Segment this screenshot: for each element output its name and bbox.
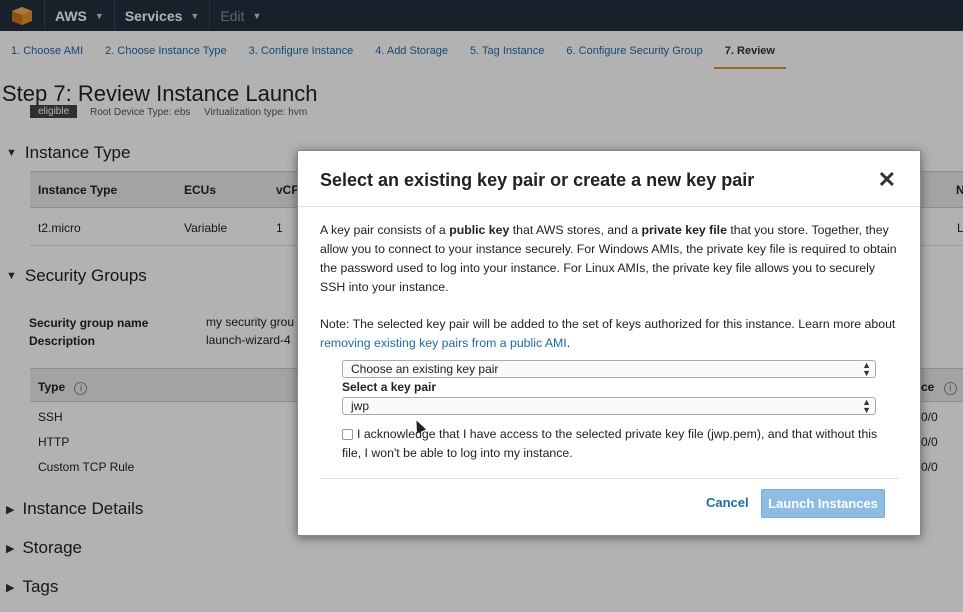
explanation-text: that AWS stores, and a — [509, 223, 642, 237]
private-key-file-term: private key file — [641, 223, 727, 237]
key-pair-note: Note: The selected key pair will be adde… — [320, 315, 898, 353]
key-pair-mode-select[interactable]: Choose an existing key pair ▲ ▼ — [342, 360, 876, 378]
key-pair-dialog: Select an existing key pair or create a … — [297, 150, 921, 536]
close-icon[interactable]: ✕ — [878, 167, 896, 193]
dialog-header: Select an existing key pair or create a … — [298, 151, 920, 207]
selected-key-pair-value: jwp — [351, 399, 370, 413]
select-arrows-icon: ▲ ▼ — [862, 360, 871, 378]
acknowledge-checkbox[interactable] — [342, 429, 353, 441]
dialog-footer-divider — [320, 478, 898, 479]
note-text: Note: The selected key pair will be adde… — [320, 317, 896, 331]
removing-key-pairs-link[interactable]: removing existing key pairs from a publi… — [320, 336, 567, 350]
dialog-title: Select an existing key pair or create a … — [320, 170, 755, 190]
key-pair-explanation: A key pair consists of a public key that… — [320, 221, 898, 297]
select-arrows-icon: ▲ ▼ — [862, 397, 871, 415]
key-pair-select[interactable]: jwp ▲ ▼ — [342, 397, 876, 415]
note-end: . — [566, 336, 571, 350]
dialog-description: A key pair consists of a public key that… — [320, 221, 898, 353]
explanation-text: A key pair consists of a — [320, 223, 450, 237]
key-pair-mode-value: Choose an existing key pair — [351, 362, 499, 376]
acknowledge-text: I acknowledge that I have access to the … — [342, 427, 878, 460]
launch-instances-button[interactable]: Launch Instances — [761, 489, 885, 518]
cancel-button[interactable]: Cancel — [706, 495, 749, 510]
select-key-pair-label: Select a key pair — [342, 380, 437, 394]
public-key-term: public key — [449, 223, 510, 237]
